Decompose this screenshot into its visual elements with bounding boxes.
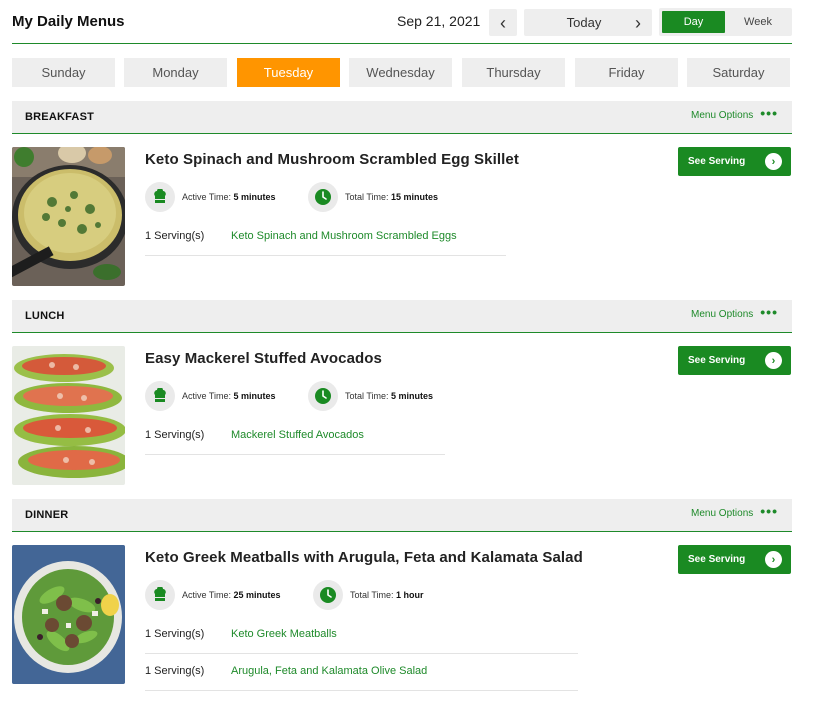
menu-options-label: Menu Options: [691, 508, 754, 519]
egg-skillet-photo[interactable]: [12, 147, 125, 286]
recipe-title[interactable]: Keto Spinach and Mushroom Scrambled Egg …: [145, 151, 519, 168]
active-time-value: 5 minutes: [233, 391, 276, 401]
see-serving-button[interactable]: See Serving ›: [678, 346, 791, 375]
active-time-value: 25 minutes: [233, 590, 281, 600]
meal-header-lunch: LUNCH Menu Options •••: [12, 300, 792, 333]
tab-saturday[interactable]: Saturday: [687, 58, 790, 87]
more-dots-icon: •••: [760, 104, 778, 121]
total-time-value: 1 hour: [396, 590, 424, 600]
recipe-card-lunch: Easy Mackerel Stuffed Avocados See Servi…: [12, 346, 792, 486]
menu-options-button[interactable]: Menu Options •••: [691, 303, 778, 321]
active-time: Active Time: 5 minutes: [145, 182, 276, 212]
chevron-right-icon: ›: [635, 12, 641, 33]
serving-row: 1 Serving(s) Keto Spinach and Mushroom S…: [145, 219, 506, 256]
more-dots-icon: •••: [760, 303, 778, 320]
total-time: Total Time: 5 minutes: [308, 381, 433, 411]
next-day-button[interactable]: ›: [624, 9, 652, 36]
clock-icon: [308, 182, 338, 212]
meal-header-breakfast: BREAKFAST Menu Options •••: [12, 101, 792, 134]
page-header: My Daily Menus Sep 21, 2021 ‹ Today › Da…: [12, 8, 792, 44]
view-week-button[interactable]: Week: [727, 11, 789, 33]
recipe-title[interactable]: Keto Greek Meatballs with Arugula, Feta …: [145, 549, 583, 566]
meal-header-dinner: DINNER Menu Options •••: [12, 499, 792, 532]
total-time-label: Total Time:: [345, 192, 389, 202]
tab-monday[interactable]: Monday: [124, 58, 227, 87]
see-serving-button[interactable]: See Serving ›: [678, 147, 791, 176]
chevron-right-icon: ›: [765, 551, 782, 568]
see-serving-label: See Serving: [688, 355, 746, 366]
menu-options-button[interactable]: Menu Options •••: [691, 104, 778, 122]
stuffed-avocado-photo[interactable]: [12, 346, 125, 485]
serving-qty: 1 Serving(s): [145, 230, 205, 242]
serving-qty: 1 Serving(s): [145, 429, 205, 441]
total-time: Total Time: 15 minutes: [308, 182, 438, 212]
serving-row: 1 Serving(s) Arugula, Feta and Kalamata …: [145, 654, 578, 691]
view-toggle: Day Week: [659, 8, 792, 36]
serving-qty: 1 Serving(s): [145, 628, 205, 640]
chef-hat-icon: [145, 381, 175, 411]
chevron-left-icon: ‹: [500, 12, 506, 33]
serving-row: 1 Serving(s) Keto Greek Meatballs: [145, 617, 578, 654]
serving-link[interactable]: Arugula, Feta and Kalamata Olive Salad: [231, 665, 427, 677]
menu-options-label: Menu Options: [691, 110, 754, 121]
meal-name: LUNCH: [25, 310, 65, 322]
serving-link[interactable]: Keto Spinach and Mushroom Scrambled Eggs: [231, 230, 457, 242]
menu-options-button[interactable]: Menu Options •••: [691, 502, 778, 520]
recipe-title[interactable]: Easy Mackerel Stuffed Avocados: [145, 350, 382, 367]
clock-icon: [313, 580, 343, 610]
active-time-label: Active Time:: [182, 590, 232, 600]
serving-link[interactable]: Mackerel Stuffed Avocados: [231, 429, 364, 441]
active-time-label: Active Time:: [182, 391, 232, 401]
serving-qty: 1 Serving(s): [145, 665, 205, 677]
view-day-button[interactable]: Day: [662, 11, 725, 33]
total-time-label: Total Time:: [350, 590, 394, 600]
see-serving-button[interactable]: See Serving ›: [678, 545, 791, 574]
day-tabs: Sunday Monday Tuesday Wednesday Thursday…: [12, 58, 792, 88]
meal-name: DINNER: [25, 509, 69, 521]
clock-icon: [308, 381, 338, 411]
see-serving-label: See Serving: [688, 156, 746, 167]
active-time: Active Time: 25 minutes: [145, 580, 281, 610]
tab-tuesday[interactable]: Tuesday: [237, 58, 340, 87]
serving-row: 1 Serving(s) Mackerel Stuffed Avocados: [145, 418, 445, 455]
tab-friday[interactable]: Friday: [575, 58, 678, 87]
chevron-right-icon: ›: [765, 153, 782, 170]
active-time-value: 5 minutes: [233, 192, 276, 202]
serving-link[interactable]: Keto Greek Meatballs: [231, 628, 337, 640]
total-time: Total Time: 1 hour: [313, 580, 424, 610]
current-date: Sep 21, 2021: [397, 13, 481, 29]
active-time-label: Active Time:: [182, 192, 232, 202]
tab-wednesday[interactable]: Wednesday: [349, 58, 452, 87]
chef-hat-icon: [145, 580, 175, 610]
chef-hat-icon: [145, 182, 175, 212]
total-time-value: 15 minutes: [391, 192, 439, 202]
chevron-right-icon: ›: [765, 352, 782, 369]
meatball-salad-photo[interactable]: [12, 545, 125, 684]
meal-name: BREAKFAST: [25, 111, 95, 123]
recipe-card-breakfast: Keto Spinach and Mushroom Scrambled Egg …: [12, 147, 792, 287]
page-title: My Daily Menus: [12, 13, 125, 30]
tab-thursday[interactable]: Thursday: [462, 58, 565, 87]
more-dots-icon: •••: [760, 502, 778, 519]
menu-options-label: Menu Options: [691, 309, 754, 320]
see-serving-label: See Serving: [688, 554, 746, 565]
total-time-value: 5 minutes: [391, 391, 434, 401]
total-time-label: Total Time:: [345, 391, 389, 401]
recipe-card-dinner: Keto Greek Meatballs with Arugula, Feta …: [12, 545, 792, 695]
active-time: Active Time: 5 minutes: [145, 381, 276, 411]
previous-day-button[interactable]: ‹: [489, 9, 517, 36]
tab-sunday[interactable]: Sunday: [12, 58, 115, 87]
